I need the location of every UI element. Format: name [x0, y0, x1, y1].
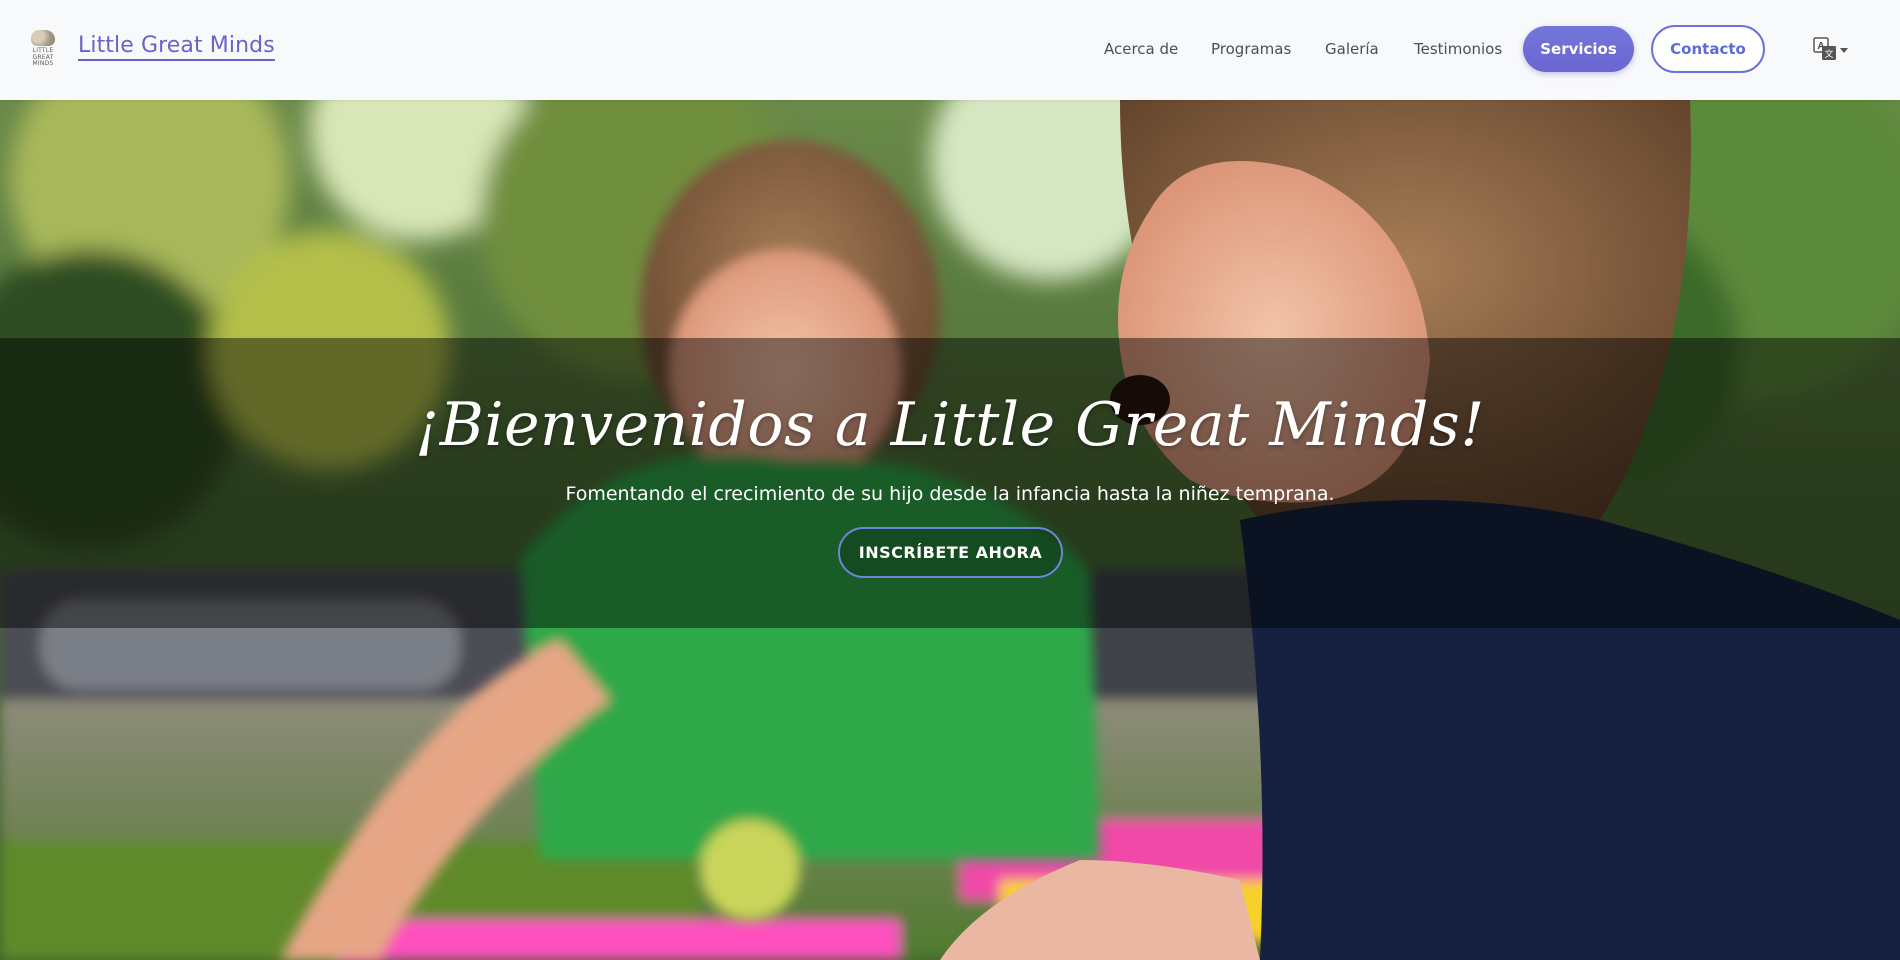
- nav-item-programas[interactable]: Programas: [1211, 40, 1291, 58]
- brand-link[interactable]: Little Great Minds: [78, 33, 275, 61]
- contact-button[interactable]: Contacto: [1651, 25, 1765, 73]
- nav-item-testimonios[interactable]: Testimonios: [1414, 40, 1502, 58]
- svg-text:文: 文: [1824, 48, 1833, 60]
- nav-item-acerca-de[interactable]: Acerca de: [1104, 40, 1178, 58]
- hero-title: ¡Bienvenidos a Little Great Minds!: [415, 390, 1485, 460]
- brain-logo-icon: [31, 30, 55, 46]
- enroll-now-button[interactable]: INSCRÍBETE AHORA: [838, 527, 1063, 578]
- chevron-down-icon: [1840, 47, 1848, 53]
- hero-subtitle: Fomentando el crecimiento de su hijo des…: [565, 483, 1335, 505]
- hero-section: ¡Bienvenidos a Little Great Minds! Fomen…: [0, 100, 1900, 960]
- site-header: LITTLE GREAT MINDS Little Great Minds Ac…: [0, 0, 1900, 100]
- services-button[interactable]: Servicios: [1523, 26, 1634, 72]
- nav-item-galeria[interactable]: Galería: [1325, 40, 1379, 58]
- language-selector[interactable]: A 文: [1813, 36, 1855, 62]
- translate-icon: A 文: [1813, 37, 1837, 61]
- logo-text: LITTLE GREAT MINDS: [32, 47, 54, 68]
- logo-line-3: MINDS: [32, 60, 54, 67]
- site-logo[interactable]: LITTLE GREAT MINDS: [28, 30, 58, 72]
